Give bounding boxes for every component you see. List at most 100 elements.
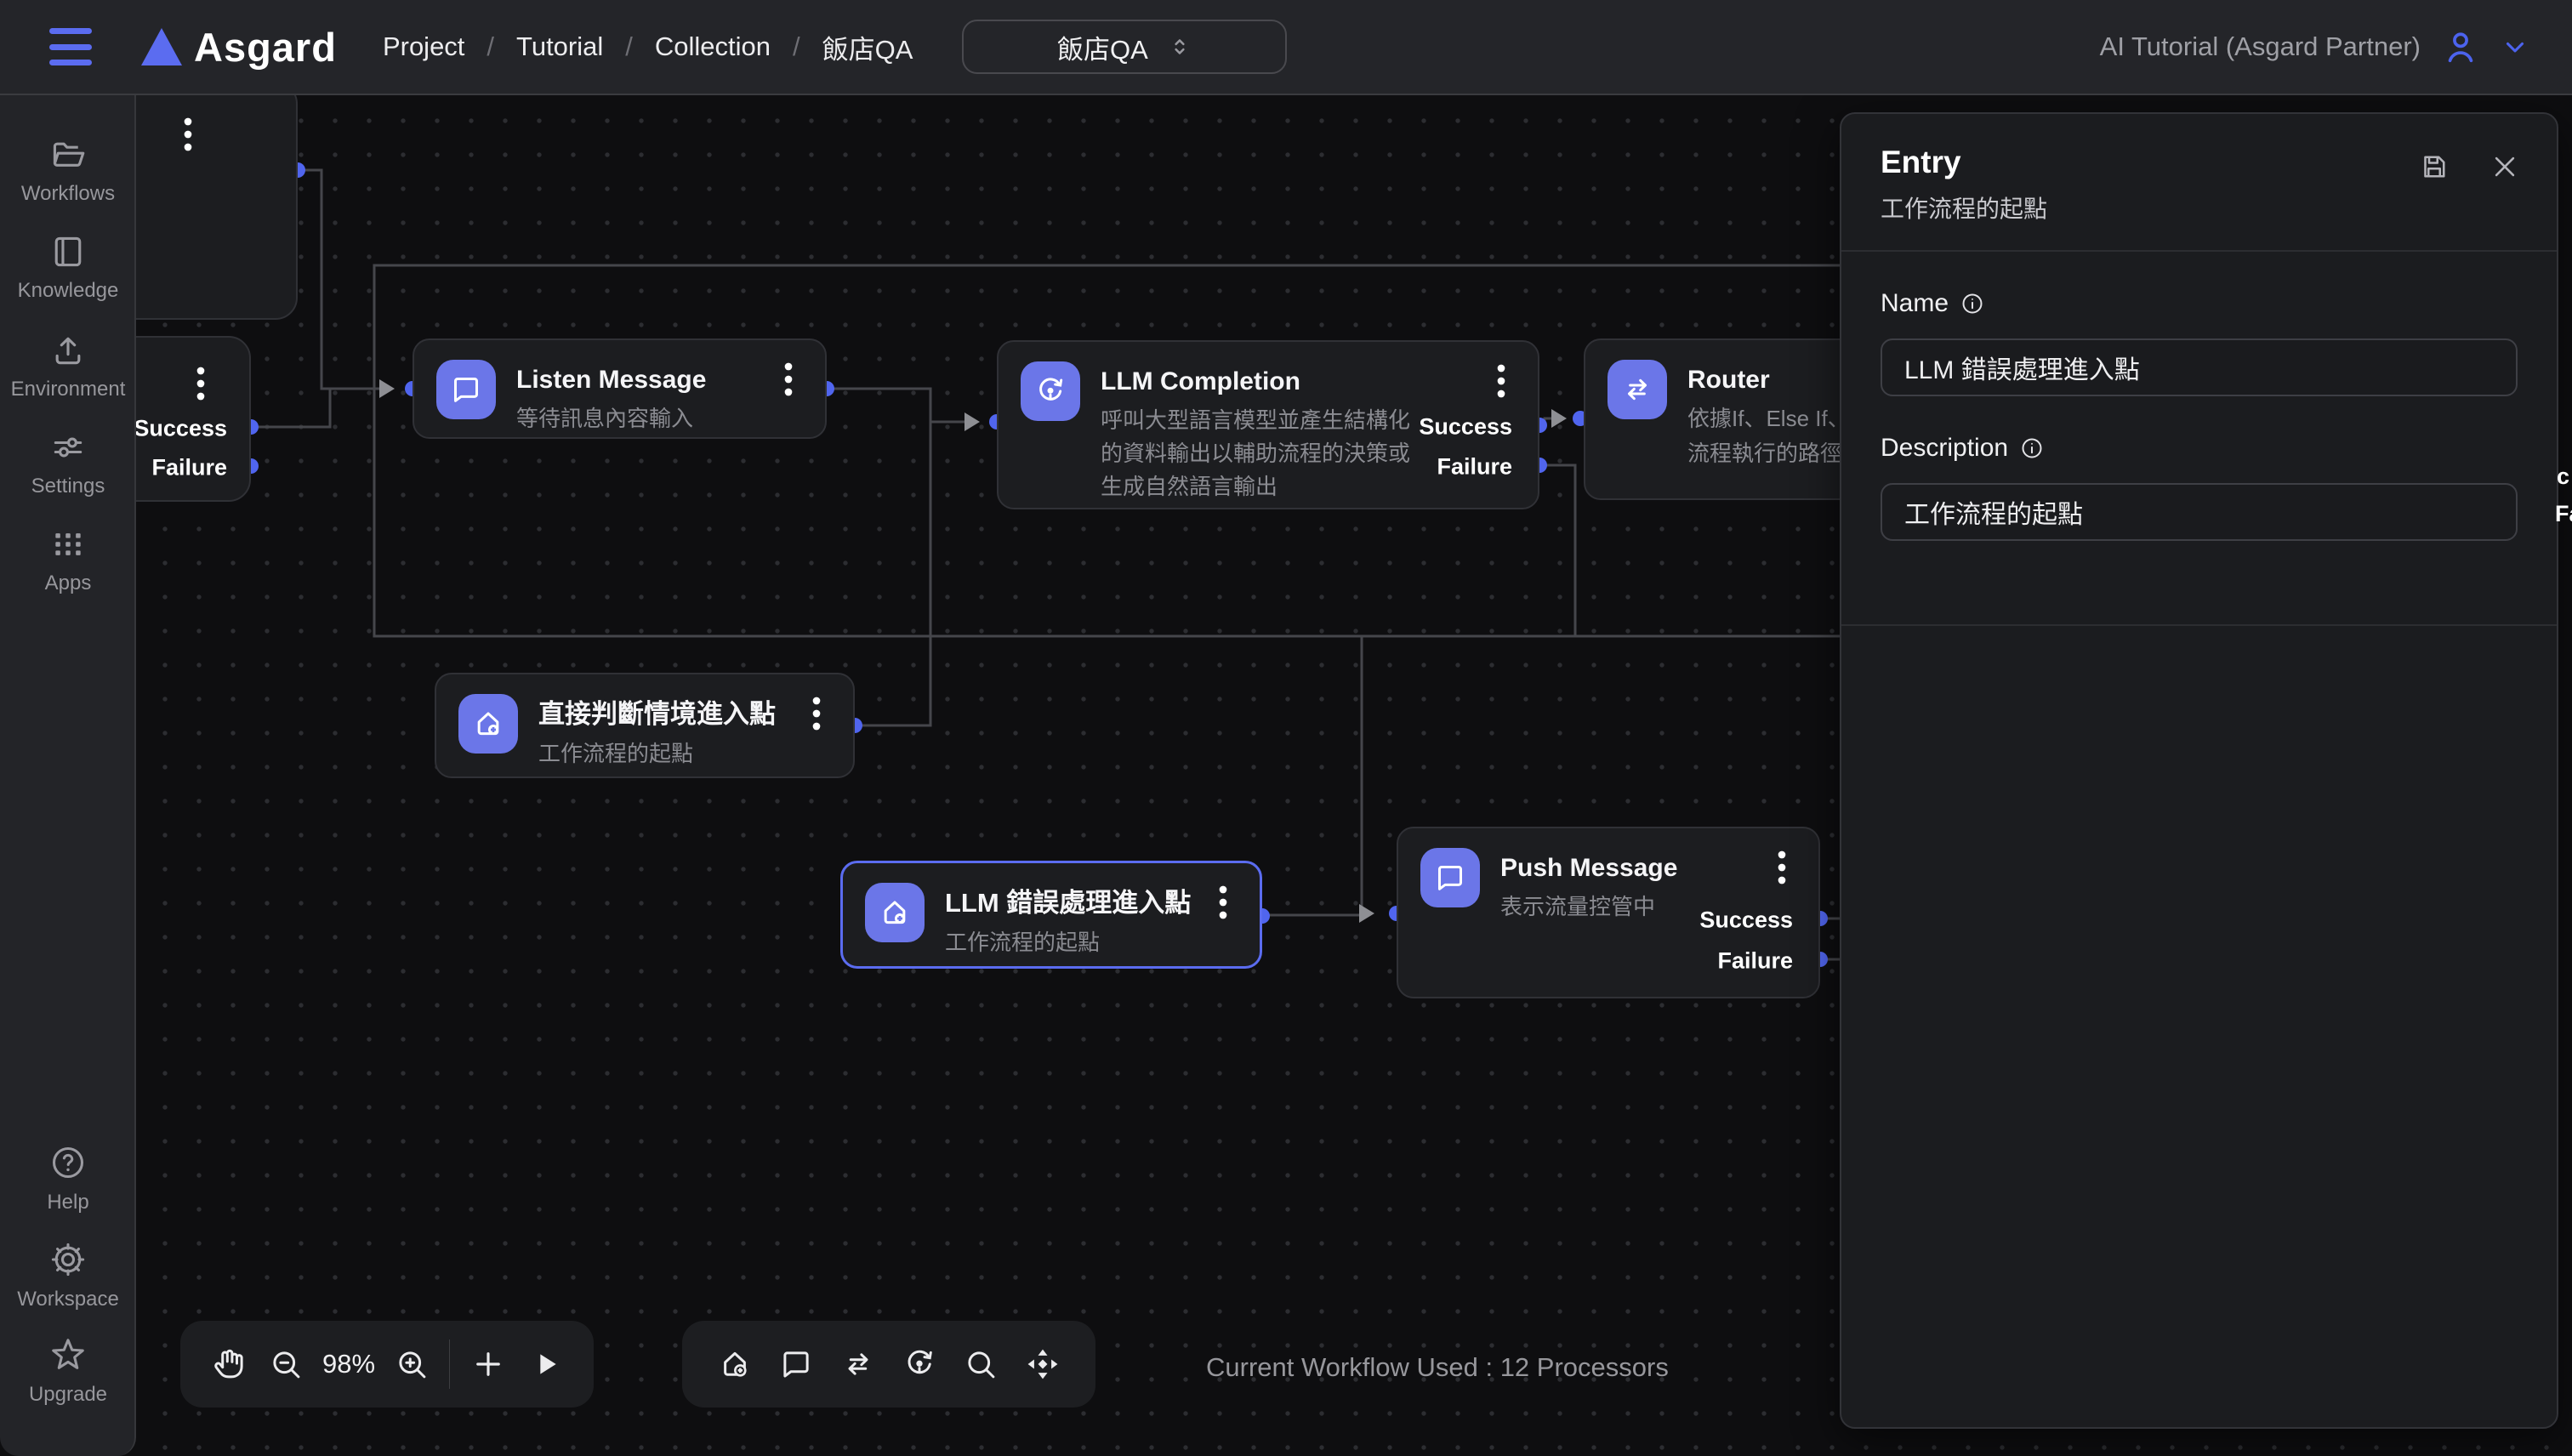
output-port-label[interactable]: Failure [1437, 454, 1512, 481]
llm-icon [1021, 361, 1080, 421]
chevron-down-icon[interactable] [2501, 32, 2529, 61]
close-icon[interactable] [2490, 152, 2519, 181]
sidebar-label: Environment [11, 378, 126, 401]
view-controls-toolbar: 98% [180, 1321, 594, 1408]
kebab-menu-icon[interactable] [1767, 850, 1796, 884]
output-port-label[interactable]: Success [134, 416, 227, 442]
breadcrumb-workflow[interactable]: 飯店QA [822, 28, 913, 66]
breadcrumb: Project / Tutorial / Collection / 飯店QA [383, 28, 913, 66]
sidebar-item-knowledge[interactable]: Knowledge [0, 233, 136, 303]
description-input[interactable] [1881, 483, 2518, 541]
sidebar-label: Workspace [17, 1288, 119, 1311]
node-entry-llm-error[interactable]: LLM 錯誤處理進入點 工作流程的起點 [840, 861, 1262, 969]
sidebar-item-workspace[interactable]: Workspace [0, 1240, 136, 1311]
output-port-label[interactable]: Success [1699, 907, 1793, 934]
panel-subtitle: 工作流程的起點 [1881, 191, 2518, 225]
workflow-editor: Success Failure Listen Message 等待訊息內容輸入 [0, 0, 2572, 1456]
user-avatar-icon[interactable] [2441, 27, 2480, 66]
kebab-menu-icon[interactable] [1209, 885, 1238, 919]
top-header: Asgard Project / Tutorial / Collection /… [0, 0, 2572, 95]
sidebar: Workflows Knowledge Environment Settings [0, 95, 136, 1456]
hand-pan-icon[interactable] [201, 1333, 255, 1396]
sidebar-item-environment[interactable]: Environment [0, 332, 136, 401]
name-input[interactable] [1881, 338, 2518, 396]
sidebar-item-workflows[interactable]: Workflows [0, 136, 136, 206]
breadcrumb-separator: / [793, 31, 800, 62]
workflow-usage-status: Current Workflow Used : 12 Processors [1206, 1352, 1669, 1383]
node-llm-completion[interactable]: LLM Completion 呼叫大型語言模型並產生結構化的資料輸出以輔助流程的… [997, 340, 1539, 509]
zoom-out-icon[interactable] [259, 1333, 313, 1396]
breadcrumb-collection[interactable]: Collection [655, 31, 771, 62]
breadcrumb-separator: / [625, 31, 633, 62]
save-icon[interactable] [2419, 151, 2450, 182]
inspector-panel: Entry 工作流程的起點 [1840, 112, 2558, 1429]
breadcrumb-project[interactable]: Project [383, 31, 464, 62]
account-label: AI Tutorial (Asgard Partner) [2100, 31, 2421, 62]
node-subtitle: 工作流程的起點 [945, 926, 1191, 959]
node-title: LLM Completion [1101, 361, 1414, 398]
output-port-label[interactable]: Failure [1717, 948, 1793, 975]
workflow-selector-value: 飯店QA [1057, 28, 1148, 66]
router-node-icon[interactable] [828, 1333, 889, 1396]
output-port-label[interactable]: Success [1419, 414, 1512, 441]
router-icon [1608, 360, 1667, 419]
kebab-menu-icon[interactable] [174, 117, 202, 151]
hamburger-menu-icon[interactable] [49, 28, 92, 65]
breadcrumb-separator: / [487, 31, 494, 62]
node-listen-message[interactable]: Listen Message 等待訊息內容輸入 [413, 338, 827, 439]
node-title: Listen Message [516, 360, 706, 396]
sidebar-item-apps[interactable]: Apps [0, 526, 136, 595]
node-title: Push Message [1500, 848, 1677, 884]
add-icon[interactable] [460, 1333, 515, 1396]
node-push-message[interactable]: Push Message 表示流量控管中 Success Failure [1397, 827, 1820, 998]
sidebar-label: Apps [45, 572, 92, 595]
kebab-menu-icon[interactable] [802, 697, 831, 731]
sidebar-label: Settings [31, 475, 105, 498]
name-label: Name [1881, 289, 1949, 318]
sidebar-label: Workflows [21, 182, 115, 206]
node-subtitle: 表示流量控管中 [1500, 890, 1677, 924]
message-icon [436, 360, 496, 419]
panel-divider [1841, 624, 2557, 626]
info-icon[interactable] [2020, 436, 2044, 460]
message-icon [1420, 848, 1480, 907]
zoom-in-icon[interactable] [384, 1333, 438, 1396]
logo-triangle-icon [141, 28, 182, 65]
node-description: 呼叫大型語言模型並產生結構化的資料輸出以輔助流程的決策或生成自然語言輸出 [1101, 404, 1414, 503]
sidebar-label: Upgrade [29, 1383, 107, 1407]
fit-view-icon[interactable] [1012, 1333, 1073, 1396]
node-palette-toolbar [682, 1321, 1095, 1408]
clipped-failure-label: Fa [2555, 501, 2572, 527]
zoom-level: 98% [317, 1349, 381, 1379]
app-logo[interactable]: Asgard [141, 24, 337, 71]
node-subtitle: 工作流程的起點 [538, 737, 776, 771]
kebab-menu-icon[interactable] [774, 362, 803, 396]
sidebar-item-help[interactable]: Help [0, 1143, 136, 1214]
node-title: LLM 錯誤處理進入點 [945, 883, 1191, 920]
sidebar-label: Knowledge [18, 279, 119, 303]
message-node-icon[interactable] [765, 1333, 827, 1396]
kebab-menu-icon[interactable] [186, 367, 215, 401]
llm-node-icon[interactable] [889, 1333, 950, 1396]
entry-icon [865, 883, 925, 942]
toolbar-divider [449, 1339, 451, 1389]
sidebar-item-upgrade[interactable]: Upgrade [0, 1335, 136, 1407]
play-icon[interactable] [519, 1333, 573, 1396]
description-label: Description [1881, 434, 2008, 463]
unfold-icon [1167, 34, 1192, 60]
clipped-success-label: c [2557, 464, 2569, 490]
entry-node-icon[interactable] [704, 1333, 765, 1396]
search-icon[interactable] [950, 1333, 1011, 1396]
sidebar-label: Help [47, 1191, 88, 1214]
logo-text: Asgard [194, 24, 337, 71]
kebab-menu-icon[interactable] [1487, 364, 1516, 398]
sidebar-item-settings[interactable]: Settings [0, 429, 136, 498]
entry-icon [458, 694, 518, 754]
node-title: 直接判斷情境進入點 [538, 694, 776, 731]
workflow-selector-dropdown[interactable]: 飯店QA [962, 20, 1287, 74]
node-subtitle: 等待訊息內容輸入 [516, 402, 706, 435]
breadcrumb-tutorial[interactable]: Tutorial [516, 31, 603, 62]
node-entry-direct[interactable]: 直接判斷情境進入點 工作流程的起點 [435, 673, 855, 778]
output-port-label[interactable]: Failure [151, 455, 227, 481]
info-icon[interactable] [1960, 292, 1984, 316]
